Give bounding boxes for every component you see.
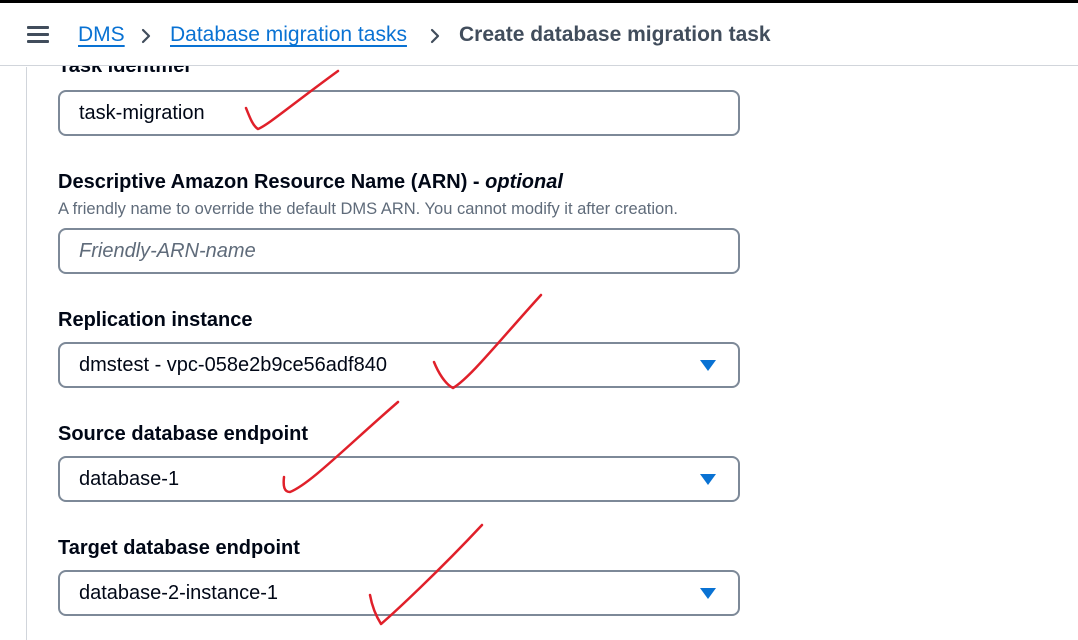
replication-instance-label: Replication instance [58,309,253,331]
chevron-right-icon [141,28,151,44]
chevron-right-icon [430,28,440,44]
breadcrumb-dms[interactable]: DMS [78,21,125,49]
hamburger-menu-icon[interactable] [27,26,49,44]
source-endpoint-label: Source database endpoint [58,423,309,445]
optional-tag: optional [485,171,563,193]
target-endpoint-value: database-2-instance-1 [79,581,279,604]
arn-input[interactable] [58,228,740,274]
caret-down-icon [700,474,716,485]
caret-down-icon [700,588,716,599]
breadcrumb-current-page: Create database migration task [459,23,771,46]
source-endpoint-select[interactable]: database-1 [58,456,740,502]
target-endpoint-select[interactable]: database-2-instance-1 [58,570,740,616]
target-endpoint-label: Target database endpoint [58,537,300,559]
arn-description: A friendly name to override the default … [58,200,678,218]
top-header: DMS Database migration tasks Create data… [0,3,1078,66]
task-identifier-text[interactable] [79,101,679,125]
window-top-border [0,0,1078,3]
replication-instance-select[interactable]: dmstest - vpc-058e2b9ce56adf840 [58,342,740,388]
arn-label: Descriptive Amazon Resource Name (ARN) -… [58,169,563,195]
task-identifier-input[interactable] [58,90,740,136]
replication-instance-value: dmstest - vpc-058e2b9ce56adf840 [79,353,387,376]
arn-text[interactable] [79,239,679,263]
caret-down-icon [700,360,716,371]
arn-label-text: Descriptive Amazon Resource Name (ARN) - [58,171,486,193]
content-left-border [26,67,27,640]
source-endpoint-value: database-1 [79,467,180,490]
breadcrumb-database-migration-tasks[interactable]: Database migration tasks [170,21,407,49]
